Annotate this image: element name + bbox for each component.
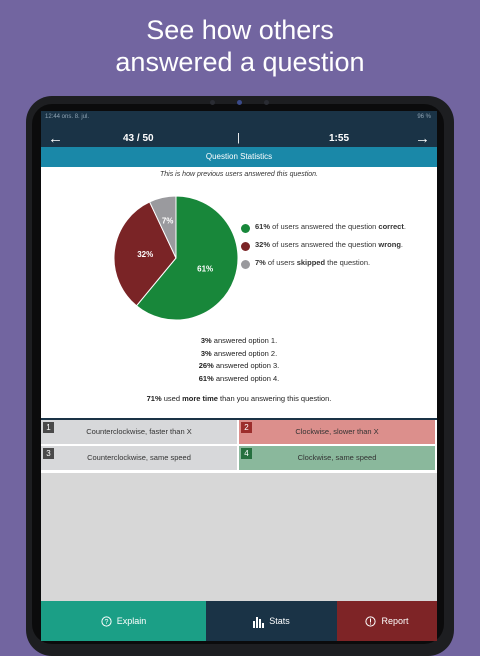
answers-pie-chart: 61% 32% 7% <box>113 195 239 321</box>
question-counter: 43 / 50 <box>123 133 154 144</box>
explain-button[interactable]: ? Explain <box>41 601 206 641</box>
answer-option-4[interactable]: 4 Clockwise, same speed <box>239 446 435 470</box>
bottom-action-bar: ? Explain Stats Report <box>41 601 437 641</box>
breakdown-option-4: 61% answered option 4. <box>198 373 280 383</box>
legend-dot-skipped <box>241 260 250 269</box>
pie-slice-label: 61% <box>197 265 213 274</box>
legend-item-skipped: 7% of users skipped the question. <box>241 257 431 269</box>
question-circle-icon: ? <box>101 616 112 627</box>
answer-option-1[interactable]: 1 Counterclockwise, faster than X <box>41 420 237 444</box>
stats-intro: This is how previous users answered this… <box>160 171 318 178</box>
separator: | <box>237 132 240 144</box>
breakdown-option-1: 3% answered option 1. <box>200 336 278 345</box>
arrow-right-icon[interactable]: → <box>415 130 430 147</box>
question-timer: 1:55 <box>329 133 350 144</box>
explain-label: Explain <box>116 616 147 626</box>
arrow-left-icon[interactable]: ← <box>48 130 63 147</box>
battery-level: 96 % <box>417 114 431 120</box>
option-label: Counterclockwise, faster than X <box>86 427 192 436</box>
stats-label: Stats <box>269 616 290 626</box>
bar-chart-icon <box>253 616 265 628</box>
answer-option-3[interactable]: 3 Counterclockwise, same speed <box>41 446 237 470</box>
stats-button[interactable]: Stats <box>206 601 337 641</box>
app-screen: 12:44 ons. 8. jul. 96 % ← 43 / 50 | 1:55… <box>41 111 437 641</box>
headline-line-1: See how others <box>146 15 334 45</box>
legend-dot-correct <box>241 224 250 233</box>
option-breakdown: 3% answered option 1. 3% answered option… <box>41 335 437 385</box>
stats-title: Question Statistics <box>41 147 437 167</box>
empty-panel <box>41 473 437 601</box>
breakdown-option-3: 26% answered option 3. <box>198 361 280 370</box>
option-number: 4 <box>241 448 252 459</box>
headline-line-2: answered a question <box>115 47 365 77</box>
breakdown-option-2: 3% answered option 2. <box>200 348 278 358</box>
option-number: 2 <box>241 422 252 433</box>
legend-item-wrong: 32% of users answered the question wrong… <box>241 239 431 251</box>
option-number: 3 <box>43 448 54 459</box>
option-label: Clockwise, slower than X <box>295 427 379 436</box>
report-label: Report <box>381 616 409 626</box>
time-comparison: 71% used more time than you answering th… <box>146 394 332 403</box>
option-number: 1 <box>43 422 54 433</box>
status-bar: 12:44 ons. 8. jul. 96 % <box>41 111 437 125</box>
pie-legend: 61% of users answered the question corre… <box>241 221 431 275</box>
alert-circle-icon <box>365 616 377 627</box>
legend-dot-wrong <box>241 242 250 251</box>
headline: See how others answered a question <box>0 14 480 78</box>
status-time: 12:44 ons. 8. jul. <box>45 114 90 120</box>
camera-icon <box>210 100 270 106</box>
option-label: Clockwise, same speed <box>297 453 377 462</box>
report-button[interactable]: Report <box>337 601 437 641</box>
answer-option-2[interactable]: 2 Clockwise, slower than X <box>239 420 435 444</box>
pie-slice-label: 7% <box>162 216 174 225</box>
svg-text:?: ? <box>104 619 108 626</box>
legend-item-correct: 61% of users answered the question corre… <box>241 221 431 233</box>
pie-slice-label: 32% <box>137 250 153 259</box>
option-label: Counterclockwise, same speed <box>87 453 191 462</box>
answer-options: 1 Counterclockwise, faster than X 2 Cloc… <box>41 420 437 473</box>
